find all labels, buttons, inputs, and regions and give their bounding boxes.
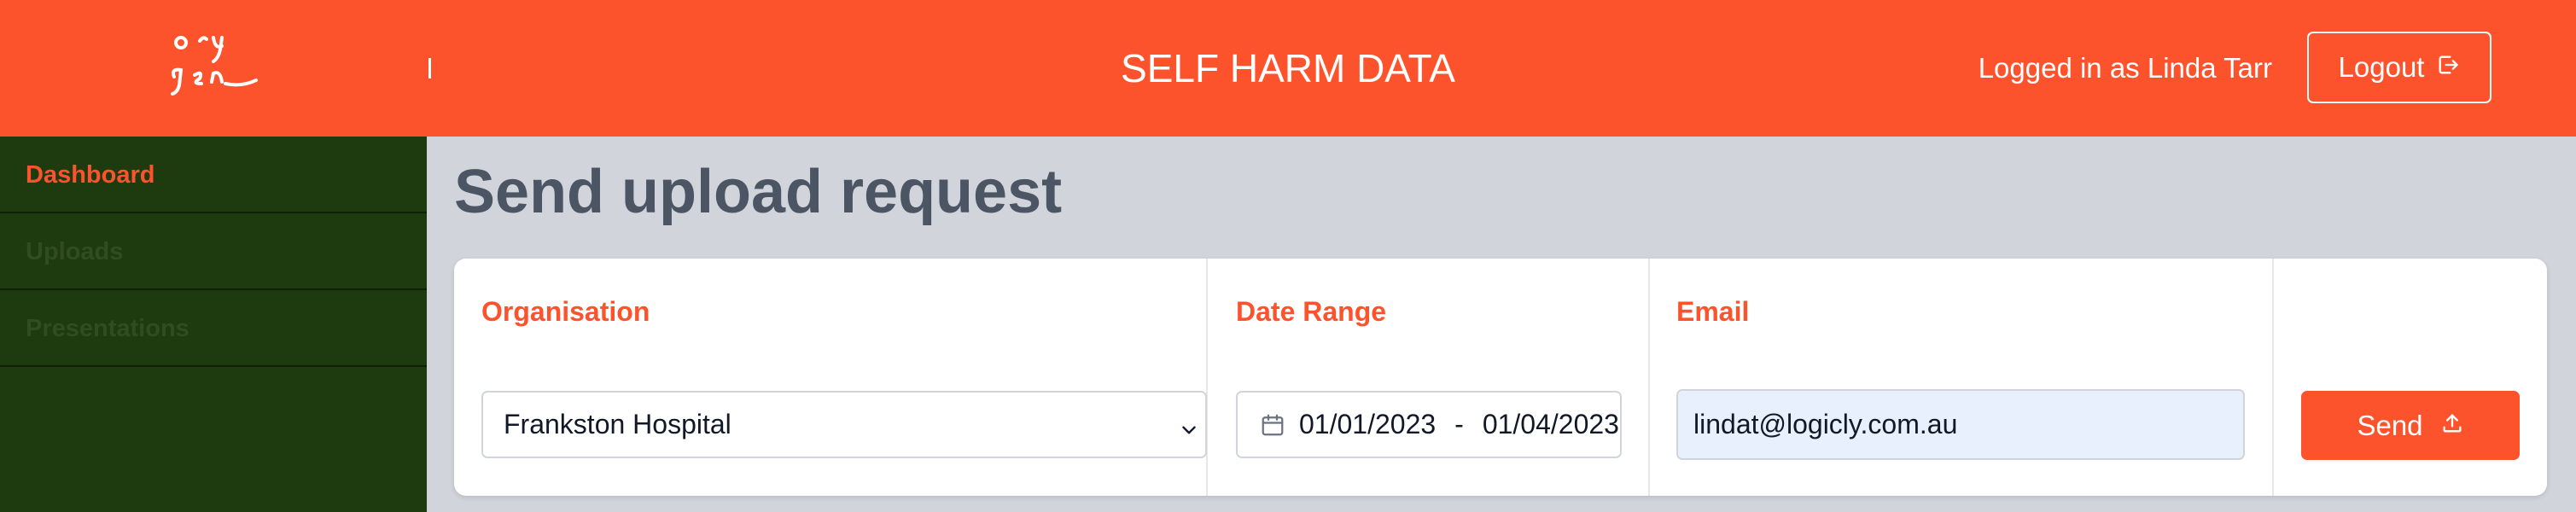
send-label: Send	[2357, 409, 2423, 441]
sidebar-item-uploads[interactable]: Uploads	[0, 213, 427, 290]
email-label: Email	[1676, 296, 1750, 327]
organisation-select[interactable]: Frankston Hospital	[481, 391, 1207, 458]
sidebar-item-dashboard[interactable]: Dashboard	[0, 137, 427, 213]
calendar-icon	[1262, 414, 1284, 435]
column-divider	[2272, 259, 2274, 496]
logged-in-user: Logged in as Linda Tarr	[1978, 52, 2272, 84]
chevron-down-icon	[1178, 416, 1200, 439]
date-separator: -	[1454, 409, 1464, 439]
upload-request-form: Organisation Frankston Hospital Date Ran…	[454, 259, 2547, 496]
top-header: SELF HARM DATA Logged in as Linda Tarr L…	[0, 0, 2576, 137]
sidebar: Dashboard Uploads Presentations	[0, 137, 427, 512]
orygen-logo[interactable]	[162, 26, 273, 111]
send-button[interactable]: Send	[2301, 391, 2520, 460]
date-start: 01/01/2023	[1299, 409, 1437, 439]
email-field[interactable]: lindat@logicly.com.au	[1676, 389, 2245, 460]
logout-button[interactable]: Logout	[2307, 32, 2491, 103]
column-divider	[1648, 259, 1650, 496]
organisation-label: Organisation	[481, 296, 650, 327]
logout-label: Logout	[2338, 51, 2425, 83]
upload-icon	[2440, 410, 2464, 442]
organisation-value: Frankston Hospital	[504, 409, 731, 439]
sidebar-item-presentations[interactable]: Presentations	[0, 290, 427, 367]
column-divider	[1206, 259, 1208, 496]
date-range-picker[interactable]: 01/01/2023 - 01/04/2023	[1236, 391, 1622, 458]
logout-icon	[2436, 51, 2460, 84]
header-divider	[428, 58, 431, 79]
date-range-label: Date Range	[1236, 296, 1387, 327]
email-value: lindat@logicly.com.au	[1693, 409, 1958, 439]
date-end: 01/04/2023	[1482, 409, 1619, 439]
page-title: Send upload request	[454, 158, 1063, 226]
